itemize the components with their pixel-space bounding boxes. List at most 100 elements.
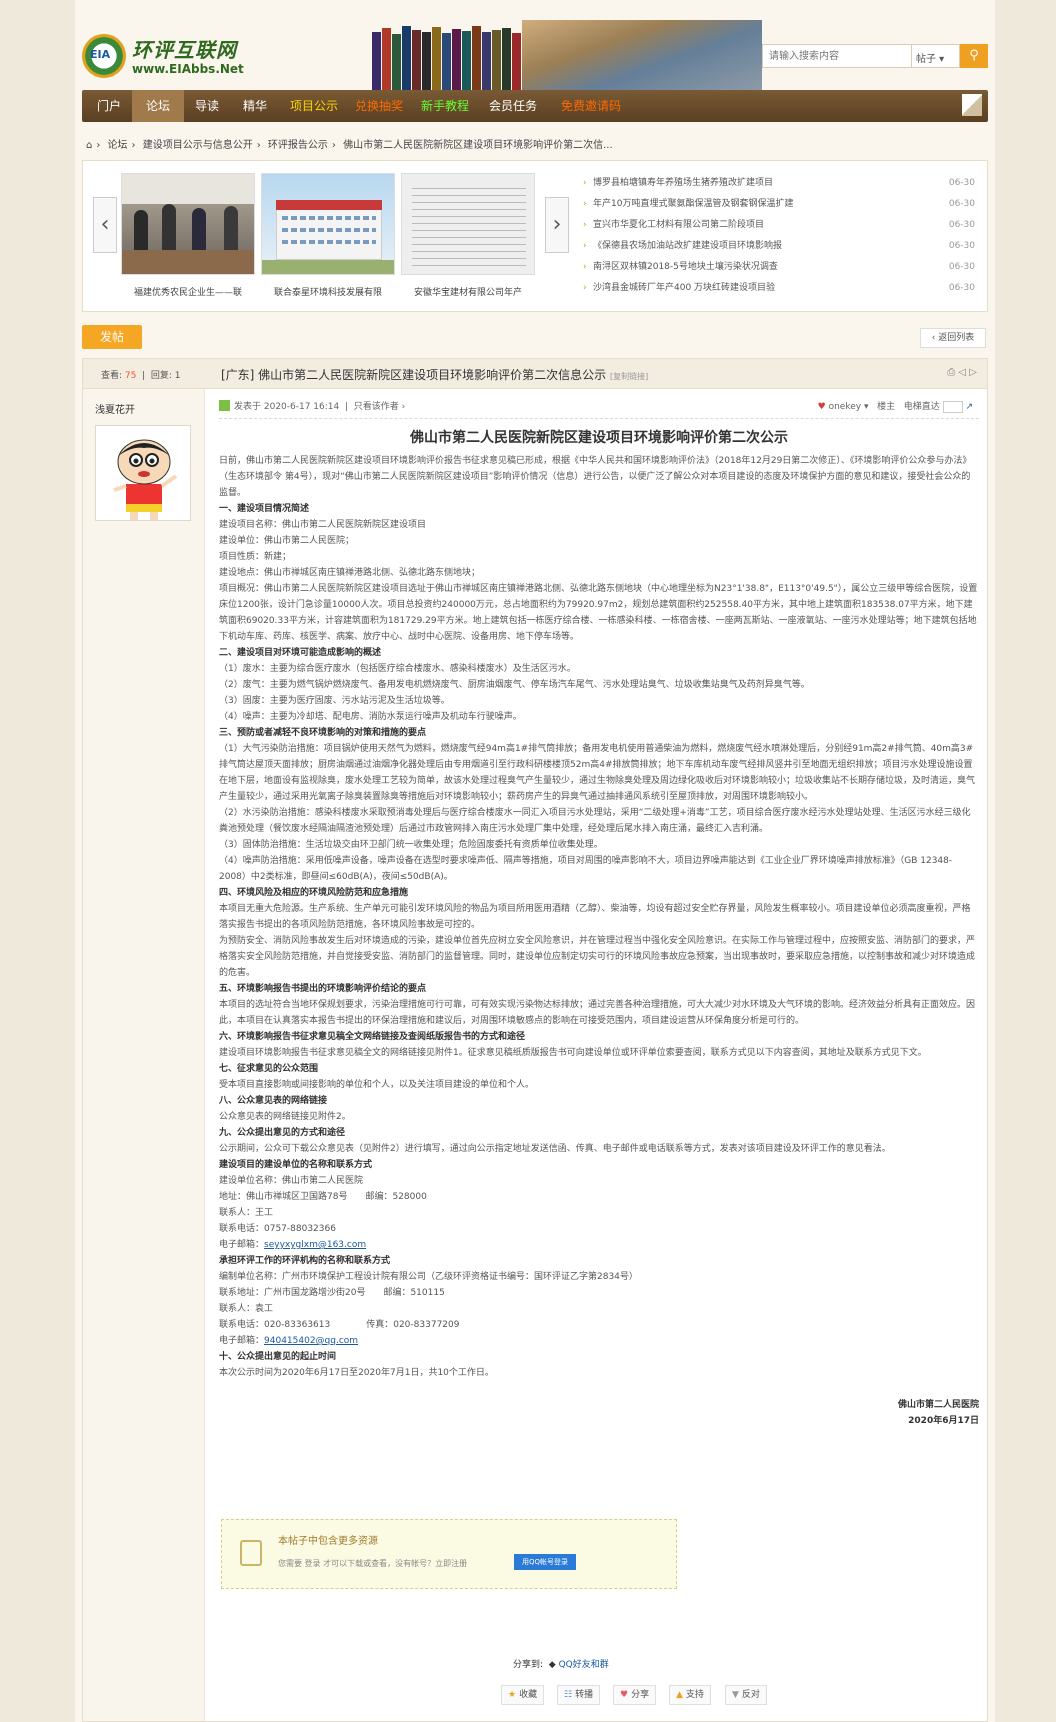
thumbs-down-icon: ▼ [732,1690,739,1700]
breadcrumb-item[interactable]: 建设项目公示与信息公开 [143,140,253,151]
article-paragraph: 建设地点：佛山市禅城区南庄镇禅港路北侧、弘德北路东侧地块； [219,568,481,578]
repost-button[interactable]: ☷ 转播 [557,1685,601,1705]
article-heading: 一、建设项目情况简述 [219,504,310,514]
site-logo[interactable]: EIA 环评互联网 www.EIAbbs.Net [82,30,244,82]
news-item[interactable]: 博罗县柏塘镇寿年养殖场生猪养殖改扩建项目06-30 [583,173,981,194]
news-list: 博罗县柏塘镇寿年养殖场生猪养殖改扩建项目06-30 年产10万吨直埋式聚氨酯保温… [583,173,981,299]
search-icon: ⚲ [969,48,979,63]
reply-count: 1 [174,371,181,381]
author-name[interactable]: 浅夏花开 [95,401,135,416]
nav-item-portal[interactable]: 门户 [86,90,132,122]
avatar[interactable] [95,425,191,521]
slider-thumb[interactable] [121,173,255,275]
back-to-list-button[interactable]: ‹ 返回列表 [920,328,986,348]
only-author-link[interactable]: 只看该作者 › [354,402,405,412]
nav-corner-toggle[interactable] [962,94,982,116]
hidden-resource-title: 本帖子中包含更多资源 [278,1536,378,1547]
support-button[interactable]: ▲ 支持 [669,1685,711,1705]
article-paragraph: （1）大气污染防治措施：项目锅炉使用天然气为燃料，燃烧废气经94m高1#排气筒排… [219,744,976,802]
news-item[interactable]: 沙湾县金城砖厂年产400 万块红砖建设项目验06-30 [583,278,981,299]
floor-label: 楼主 [877,402,896,412]
slider-caption[interactable]: 福建优秀农民企业生——联 [121,285,255,298]
breadcrumb-item[interactable]: 环评报告公示 [268,140,328,151]
search-input[interactable] [762,44,912,68]
prev-thread-icon[interactable]: ◁ [958,367,966,378]
search-button[interactable]: ⚲ [960,44,988,68]
article-paragraph: 公众意见表的网络链接见附件2。 [219,1112,351,1122]
hidden-resource-notice: 本帖子中包含更多资源 您需要 登录 才可以下载或查看，没有帐号？立即注册 用QQ… [221,1519,677,1589]
article-paragraph: 建设单位名称：佛山市第二人民医院 [219,1176,364,1186]
article-heading: 九、公众提出意见的方式和途径 [219,1128,346,1138]
article-heading: 三、预防或者减轻不良环境影响的对策和措施的要点 [219,728,427,738]
slider-thumb[interactable] [401,173,535,275]
article-paragraph: 联系地址：广州市国龙路增沙街20号 邮编：510115 [219,1288,445,1298]
article-paragraph: 日前，佛山市第二人民医院新院区建设项目环境影响评价报告书征求意见稿已形成，根据《… [219,456,972,498]
share-button[interactable]: ♥ 分享 [613,1685,657,1705]
chevron-right-icon: › [552,212,562,237]
nav-item-lottery[interactable]: 兑换抽奖 [348,90,410,122]
news-item[interactable]: 《保德县农场加油站改扩建建设项目环境影响报06-30 [583,236,981,257]
featured-slider: ‹ › 福建优秀农民企业生——联 联合泰星环境科技发展有限 安徽华宝建材有限公司… [82,160,988,312]
new-post-button[interactable]: 发帖 [82,325,142,349]
heart-icon: ♥ [817,402,826,412]
article-paragraph: （2）废气：主要为燃气锅炉燃烧废气、备用发电机燃烧废气、厨房油烟废气、停车场汽车… [219,680,810,690]
post-meta-right: ♥ onekey ▾ 楼主 电梯直达 ↗ [817,400,973,413]
nav-item-digest[interactable]: 精华 [230,90,280,122]
article-heading: 承担环评工作的环评机构的名称和联系方式 [219,1256,391,1266]
article-paragraph: 本项目无重大危险源。生产系统、生产单元可能引发环境风险的物品为项目所用医用酒精（… [219,904,971,930]
qq-login-button[interactable]: 用QQ帐号登录 [514,1554,576,1570]
view-count: 75 [124,371,137,381]
meta-user[interactable]: onekey [829,402,862,412]
home-icon[interactable]: ⌂ [86,140,92,151]
qq-icon: ◆ [548,1660,556,1670]
news-item[interactable]: 年产10万吨直埋式聚氨酯保温管及钢套钢保温扩建06-30 [583,194,981,215]
news-item[interactable]: 南浔区双林镇2018-5号地块土壤污染状况调查06-30 [583,257,981,278]
thread-container: 查看: 75 | 回复: 1 [广东] 佛山市第二人民医院新院区建设项目环境影响… [82,358,988,1722]
nav-item-invite[interactable]: 免费邀请码 [550,90,632,122]
article-paragraph: （1）废水：主要为综合医疗废水（包括医疗综合楼废水、感染科楼废水）及生活区污水。 [219,664,576,674]
breadcrumb-item[interactable]: 论坛 [108,140,128,151]
article-title: 佛山市第二人民医院新院区建设项目环境影响评价第二次公示 [410,430,788,446]
post-actions: ★ 收藏 ☷ 转播 ♥ 分享 ▲ 支持 ▼ 反对 [501,1685,901,1705]
slider-caption[interactable]: 安徽华宝建材有限公司年产 [401,285,535,298]
article-signature: 佛山市第二人民医院 2020年6月17日 [897,1400,979,1426]
article-body: 日前，佛山市第二人民医院新院区建设项目环境影响评价报告书征求意见稿已形成，根据《… [219,453,979,1381]
article-heading: 八、公众意见表的网络链接 [219,1096,328,1106]
nav-item-tutorial[interactable]: 新手教程 [414,90,476,122]
logo-title: 环评互联网 [132,38,237,62]
favorite-button[interactable]: ★ 收藏 [501,1685,545,1705]
nav-item-forum[interactable]: 论坛 [132,90,184,122]
article-paragraph: （4）噪声：主要为冷却塔、配电房、消防水泵运行噪声及机动车行驶噪声。 [219,712,522,722]
nav-item-guide[interactable]: 导读 [184,90,230,122]
news-item[interactable]: 宣兴市华夏化工材料有限公司第二阶段项目06-30 [583,215,981,236]
article-heading: 十、公众提出意见的起止时间 [219,1352,337,1362]
article-paragraph: （2）水污染防治措施：感染科楼废水采取预消毒处理后与医疗综合楼废水一同汇入项目污… [219,808,971,834]
floor-jump-icon[interactable]: ↗ [965,402,973,412]
email-link[interactable]: 940415402@qq.com [264,1336,358,1346]
search-type-select[interactable]: 帖子 ▾ [912,44,960,68]
print-icon[interactable]: ⎙ [947,367,955,378]
star-icon: ★ [508,1690,517,1700]
oppose-button[interactable]: ▼ 反对 [725,1685,767,1705]
nav-item-project-notice[interactable]: 项目公示 [280,90,348,122]
copy-link[interactable]: [复制链接] [610,372,648,381]
login-prompt[interactable]: 您需要 登录 才可以下载或查看，没有帐号？立即注册 [278,1558,467,1569]
post-icon [219,400,230,411]
post-time: 发表于 2020-6-17 16:14 [234,402,340,412]
nav-item-tasks[interactable]: 会员任务 [480,90,546,122]
breadcrumb: ⌂ › 论坛 › 建设项目公示与信息公开 › 环评报告公示 › 佛山市第二人民医院新院区… [86,140,613,151]
slider-caption[interactable]: 联合泰星环境科技发展有限 [261,285,395,298]
article-paragraph: 建设单位：佛山市第二人民医院； [219,536,355,546]
share-qq-link[interactable]: QQ好友和群 [559,1660,609,1670]
search-bar: 帖子 ▾ ⚲ [762,44,988,68]
article-paragraph: （3）固废：主要为医疗固废、污水站污泥及生活垃圾等。 [219,696,450,706]
slider-next-button[interactable]: › [545,197,569,253]
slider-thumb[interactable] [261,173,395,275]
floor-jump-input[interactable] [942,400,963,413]
author-sidebar: 浅夏花开 [83,389,205,1721]
next-thread-icon[interactable]: ▷ [969,367,977,378]
article-paragraph: 受本项目直接影响或间接影响的单位和个人，以及关注项目建设的单位和个人。 [219,1080,535,1090]
article-paragraph: 地址：佛山市禅城区卫国路78号 邮编：528000 [219,1192,427,1202]
email-link[interactable]: seyyxyglxm@163.com [264,1240,366,1250]
slider-prev-button[interactable]: ‹ [93,197,117,253]
